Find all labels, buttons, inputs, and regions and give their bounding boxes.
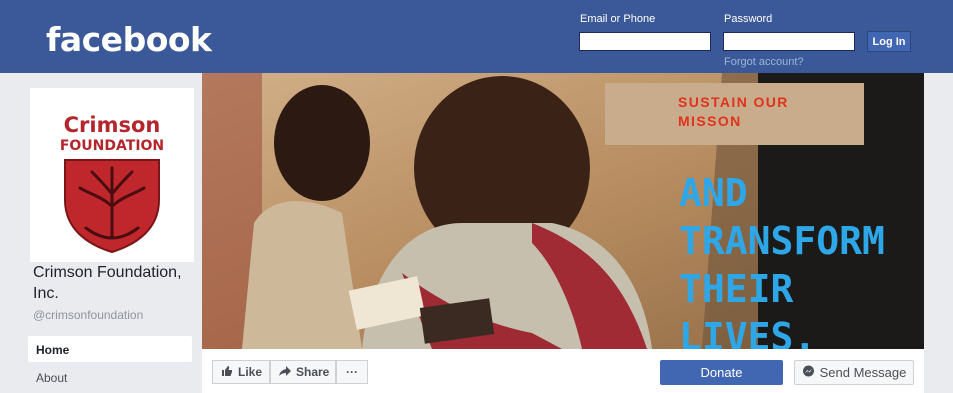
more-options-button[interactable]: ··· bbox=[336, 360, 368, 384]
slogan: AND TRANSFORM THEIR LIVES. bbox=[679, 169, 924, 349]
share-arrow-icon bbox=[279, 365, 291, 380]
like-button[interactable]: Like bbox=[212, 360, 270, 384]
email-label: Email or Phone bbox=[580, 13, 656, 25]
logo-title-line1: Crimson bbox=[64, 113, 161, 137]
more-dots-icon: ··· bbox=[346, 365, 358, 379]
slogan-line-3: THEIR LIVES. bbox=[679, 267, 817, 349]
nav-item-home[interactable]: Home bbox=[28, 336, 192, 362]
headline: SUSTAIN OUR MISSON bbox=[678, 94, 789, 129]
password-label: Password bbox=[724, 13, 773, 25]
send-message-button[interactable]: Send Message bbox=[794, 360, 914, 385]
donate-button[interactable]: Donate bbox=[660, 360, 783, 385]
logo-title-line2: FOUNDATION bbox=[60, 138, 164, 154]
page-handle[interactable]: @crimsonfoundation bbox=[33, 308, 143, 322]
messenger-icon bbox=[802, 365, 815, 381]
cover-photo[interactable]: SUSTAIN OUR MISSON AND TRANSFORM THEIR L… bbox=[202, 73, 924, 349]
login-button[interactable]: Log In bbox=[867, 31, 911, 52]
password-field[interactable] bbox=[723, 32, 855, 51]
forgot-account-link[interactable]: Forgot account? bbox=[724, 56, 804, 68]
facebook-logo[interactable]: facebook bbox=[46, 20, 212, 59]
page-name[interactable]: Crimson Foundation, Inc. bbox=[33, 262, 198, 304]
crimson-foundation-logo: Crimson FOUNDATION bbox=[30, 88, 194, 262]
profile-picture[interactable]: Crimson FOUNDATION bbox=[30, 88, 194, 262]
right-margin bbox=[924, 73, 953, 393]
like-label: Like bbox=[238, 365, 263, 379]
slogan-line-1: AND bbox=[679, 171, 748, 215]
share-button[interactable]: Share bbox=[270, 360, 336, 384]
share-label: Share bbox=[296, 365, 330, 379]
send-message-label: Send Message bbox=[819, 365, 907, 380]
like-thumb-icon bbox=[221, 365, 233, 380]
slogan-line-2: TRANSFORM bbox=[679, 219, 885, 263]
nav-item-about[interactable]: About bbox=[28, 364, 192, 390]
headline-text: SUSTAIN OUR MISSON bbox=[678, 93, 838, 131]
email-field[interactable] bbox=[579, 32, 711, 51]
